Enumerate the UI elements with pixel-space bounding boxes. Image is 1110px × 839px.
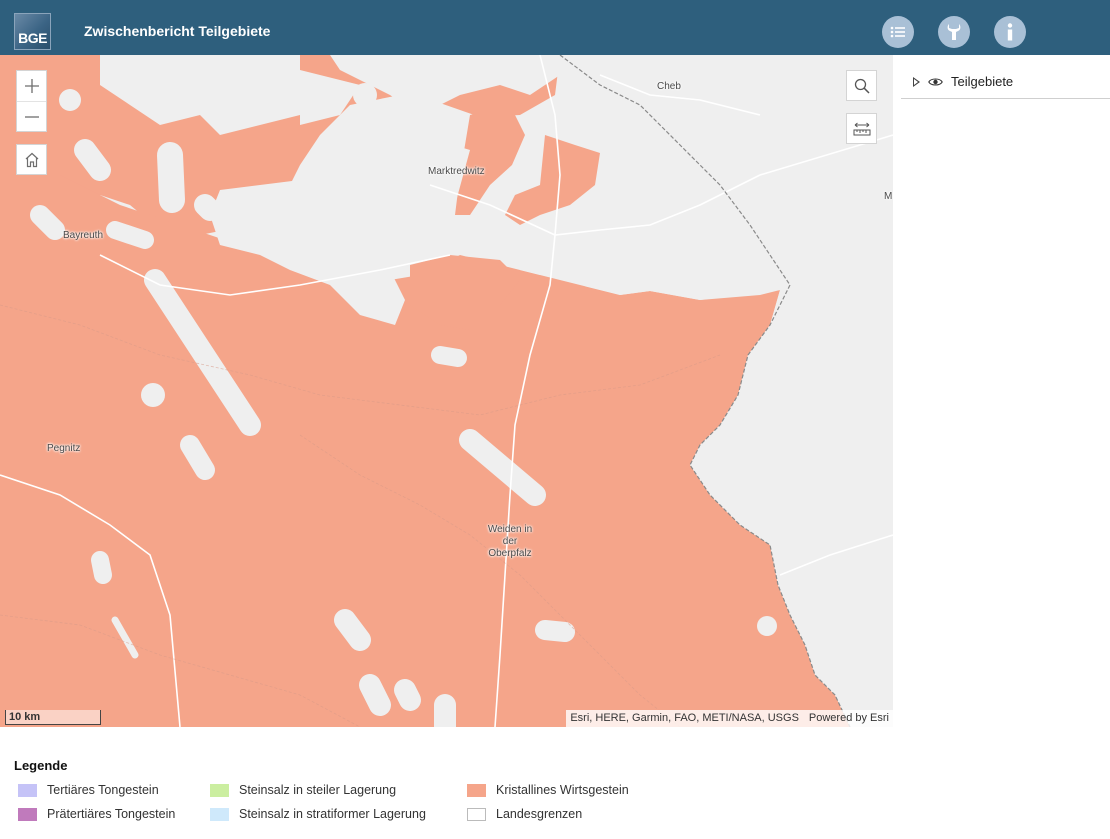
legend-label: Prätertiäres Tongestein	[47, 807, 176, 821]
legend-item: Landesgrenzen	[467, 807, 582, 821]
legend-swatch	[18, 783, 37, 797]
measure-button[interactable]	[846, 113, 877, 144]
legend-label: Kristallines Wirtsgestein	[496, 783, 629, 797]
attribution-text: Esri, HERE, Garmin, FAO, METI/NASA, USGS	[570, 712, 799, 724]
legend-label: Tertiäres Tongestein	[47, 783, 159, 797]
search-icon	[854, 78, 870, 94]
plus-icon	[24, 79, 39, 93]
legend-swatch	[467, 807, 486, 821]
ruler-icon	[853, 122, 870, 135]
eye-icon[interactable]	[928, 77, 943, 87]
search-button[interactable]	[846, 70, 877, 101]
list-icon	[890, 26, 905, 38]
info-button[interactable]	[994, 16, 1026, 48]
layer-label: Teilgebiete	[951, 74, 1014, 89]
city-label-bayreuth: Bayreuth	[63, 230, 104, 241]
bge-logo[interactable]: BGE	[14, 13, 51, 50]
map-canvas	[0, 55, 893, 727]
tools-button[interactable]	[938, 16, 970, 48]
legend-item: Prätertiäres Tongestein	[18, 807, 175, 821]
layer-list-button[interactable]	[882, 16, 914, 48]
wrench-icon	[947, 24, 961, 40]
zoom-out-button[interactable]	[17, 101, 46, 131]
app-title: Zwischenbericht Teilgebiete	[84, 23, 271, 39]
home-button[interactable]	[16, 144, 47, 175]
powered-by-link[interactable]: Powered by Esri	[809, 712, 889, 724]
legend-title: Legende	[14, 758, 68, 773]
legend-item: Kristallines Wirtsgestein	[467, 783, 629, 797]
city-label-cheb: Cheb	[657, 81, 681, 92]
zoom-in-button[interactable]	[17, 71, 46, 101]
legend-label: Steinsalz in steiler Lagerung	[239, 783, 397, 797]
city-label-pegnitz: Pegnitz	[47, 443, 81, 454]
zoom-control	[16, 70, 47, 132]
app-header: BGE Zwischenbericht Teilgebiete	[0, 0, 1110, 55]
legend-label: Steinsalz in stratiformer Lagerung	[239, 807, 426, 821]
city-label-marktredwitz: Marktredwitz	[428, 166, 485, 177]
home-icon	[25, 152, 38, 167]
expand-caret-icon[interactable]	[913, 76, 920, 87]
city-label-weiden: Weiden in der Oberpfalz	[487, 524, 533, 559]
legend-label: Landesgrenzen	[496, 807, 583, 821]
legend-swatch	[210, 783, 229, 797]
legend-swatch	[467, 783, 486, 797]
legend-item: Steinsalz in steiler Lagerung	[210, 783, 396, 797]
info-icon	[1007, 23, 1013, 41]
legend: Legende Tertiäres Tongestein Prätertiäre…	[14, 758, 629, 821]
map-view[interactable]: Cheb Marktredwitz Bayreuth Pegnitz Weide…	[0, 55, 893, 727]
legend-item: Tertiäres Tongestein	[18, 783, 159, 797]
scale-bar: 10 km	[5, 710, 101, 725]
legend-item: Steinsalz in stratiformer Lagerung	[210, 807, 426, 821]
legend-swatch	[210, 807, 229, 821]
city-label-m: M	[884, 191, 893, 202]
minus-icon	[24, 115, 39, 118]
legend-swatch	[18, 807, 37, 821]
map-attribution: Esri, HERE, Garmin, FAO, METI/NASA, USGS…	[566, 710, 893, 727]
layer-list-item-teilgebiete[interactable]: Teilgebiete	[901, 65, 1110, 99]
